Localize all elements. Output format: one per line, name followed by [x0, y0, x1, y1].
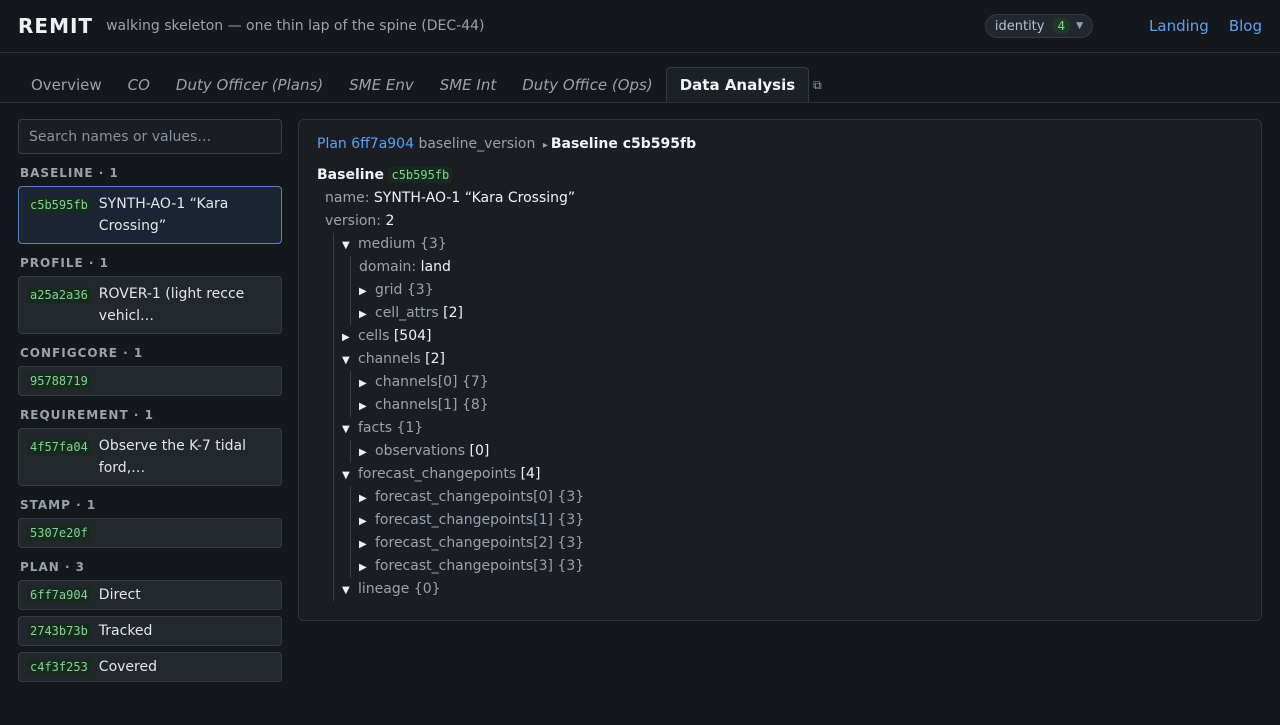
breadcrumb-plan-link[interactable]: Plan 6ff7a904 [317, 136, 414, 152]
node-cell-attrs[interactable]: ▶ cell_attrs [2] [359, 302, 1243, 325]
brand-logo[interactable]: REMIT [18, 14, 93, 38]
expanded-triangle-icon: ▼ [342, 355, 350, 366]
entity-hash: c5b595fb [27, 197, 91, 213]
channels-children: ▶ channels[0] {7} ▶ channels[1] {8} [350, 371, 1243, 417]
node-lineage[interactable]: ▼ lineage {0} [342, 578, 1243, 601]
identity-label: identity [994, 18, 1045, 34]
entity-label: Tracked [98, 623, 153, 639]
collapsed-triangle-icon: ▶ [359, 562, 367, 573]
group-heading-plan: PLAN · 3 [20, 560, 86, 574]
entity-item-plan-tracked[interactable]: 2743b73b Tracked [18, 616, 282, 646]
popout-icon[interactable]: ⧉ [813, 78, 822, 93]
node-channel-item[interactable]: ▶ channels[0] {7} [359, 371, 1243, 394]
node-cells[interactable]: ▶ cells [504] [342, 325, 1243, 348]
node-facts[interactable]: ▼ facts {1} [342, 417, 1243, 440]
entity-item-requirement[interactable]: 4f57fa04 Observe the K-7 tidal ford,… [18, 428, 282, 486]
expanded-triangle-icon: ▼ [342, 240, 350, 251]
collapsed-triangle-icon: ▶ [342, 332, 350, 343]
expanded-triangle-icon: ▼ [342, 424, 350, 435]
entity-label: Covered [98, 659, 157, 675]
node-grid[interactable]: ▶ grid {3} [359, 279, 1243, 302]
entity-item-baseline[interactable]: c5b595fb SYNTH-AO-1 “Kara Crossing” [18, 186, 282, 244]
collapsed-triangle-icon: ▶ [359, 378, 367, 389]
entity-hash: 4f57fa04 [27, 439, 91, 455]
node-forecast-item[interactable]: ▶ forecast_changepoints[1] {3} [359, 509, 1243, 532]
node-forecast-item[interactable]: ▶ forecast_changepoints[2] {3} [359, 532, 1243, 555]
breadcrumb-separator-icon: ▸ [542, 140, 548, 151]
entity-hash: 2743b73b [27, 623, 91, 639]
node-observations[interactable]: ▶ observations [0] [359, 440, 1243, 463]
entity-hash: a25a2a36 [27, 287, 91, 303]
object-type-title: Baseline [317, 167, 385, 183]
node-forecast-item[interactable]: ▶ forecast_changepoints[0] {3} [359, 486, 1243, 509]
entity-item-profile[interactable]: a25a2a36 ROVER-1 (light recce vehicl… [18, 276, 282, 334]
node-medium[interactable]: ▼ medium {3} [342, 233, 1243, 256]
forecast-children: ▶ forecast_changepoints[0] {3} ▶ forecast_… [350, 486, 1243, 578]
top-bar: REMIT walking skeleton — one thin lap of… [0, 0, 1280, 53]
entity-sidebar: BASELINE · 1 c5b595fb SYNTH-AO-1 “Kara C… [18, 119, 282, 688]
field-name: name: SYNTH-AO-1 “Kara Crossing” [325, 190, 576, 206]
node-channel-item[interactable]: ▶ channels[1] {8} [359, 394, 1243, 417]
tab-co[interactable]: CO [115, 67, 163, 102]
node-channels[interactable]: ▼ channels [2] [342, 348, 1243, 371]
collapsed-triangle-icon: ▶ [359, 516, 367, 527]
collapsed-triangle-icon: ▶ [359, 401, 367, 412]
collapsed-triangle-icon: ▶ [359, 493, 367, 504]
entity-item-plan-direct[interactable]: 6ff7a904 Direct [18, 580, 282, 610]
detail-panel: Plan 6ff7a904 baseline_version ▸ Baseline… [298, 119, 1262, 621]
collapsed-triangle-icon: ▶ [359, 447, 367, 458]
entity-hash: 95788719 [27, 373, 91, 389]
entity-item-configcore[interactable]: 95788719 [18, 366, 282, 396]
facts-children: ▶ observations [0] [350, 440, 1243, 463]
entity-item-plan-covered[interactable]: c4f3f253 Covered [18, 652, 282, 682]
identity-dropdown[interactable]: identity 4 ▼ [984, 14, 1094, 38]
breadcrumb-field: baseline_version [418, 136, 536, 152]
entity-item-stamp[interactable]: 5307e20f [18, 518, 282, 548]
entity-label: ROVER-1 (light recce vehicl… [98, 286, 245, 324]
collapsed-triangle-icon: ▶ [359, 309, 367, 320]
search-input[interactable] [18, 119, 282, 154]
group-heading-profile: PROFILE · 1 [20, 256, 110, 270]
tab-duty-office-ops[interactable]: Duty Office (Ops) [509, 67, 665, 102]
tab-sme-int[interactable]: SME Int [427, 67, 510, 102]
expanded-triangle-icon: ▼ [342, 470, 350, 481]
tab-duty-officer-plans[interactable]: Duty Officer (Plans) [163, 67, 336, 102]
tab-sme-env[interactable]: SME Env [336, 67, 427, 102]
collapsed-triangle-icon: ▶ [359, 539, 367, 550]
tree-children: ▼ medium {3} domain: land ▶ grid {3} ▶ cell… [333, 233, 1243, 601]
field-domain: domain: land [359, 259, 451, 275]
node-forecast-item[interactable]: ▶ forecast_changepoints[3] {3} [359, 555, 1243, 578]
tree-root: name: SYNTH-AO-1 “Kara Crossing” version… [317, 187, 1243, 601]
group-heading-baseline: BASELINE · 1 [20, 166, 119, 180]
breadcrumb: Plan 6ff7a904 baseline_version ▸ Baseline… [317, 136, 1243, 152]
entity-hash: c4f3f253 [27, 659, 91, 675]
node-forecast-changepoints[interactable]: ▼ forecast_changepoints [4] [342, 463, 1243, 486]
blog-link[interactable]: Blog [1229, 17, 1262, 35]
entity-hash: 6ff7a904 [27, 587, 91, 603]
tab-bar: Overview CO Duty Officer (Plans) SME Env… [0, 53, 1280, 103]
breadcrumb-current: Baseline c5b595fb [550, 136, 697, 152]
field-version: version: 2 [325, 213, 395, 229]
chevron-down-icon: ▼ [1076, 21, 1084, 31]
landing-link[interactable]: Landing [1149, 17, 1209, 35]
entity-label: Direct [98, 587, 141, 603]
group-heading-requirement: REQUIREMENT · 1 [20, 408, 154, 422]
tab-data-analysis[interactable]: Data Analysis [665, 67, 810, 102]
app-subtitle: walking skeleton — one thin lap of the s… [106, 18, 485, 34]
entity-hash: 5307e20f [27, 525, 91, 541]
tree-title: Baseline c5b595fb [317, 164, 1243, 187]
tab-overview[interactable]: Overview [18, 67, 115, 102]
medium-children: domain: land ▶ grid {3} ▶ cell_attrs [2] [350, 256, 1243, 325]
expanded-triangle-icon: ▼ [342, 585, 350, 596]
collapsed-triangle-icon: ▶ [359, 286, 367, 297]
group-heading-configcore: CONFIGCORE · 1 [20, 346, 144, 360]
object-hash: c5b595fb [388, 167, 453, 183]
group-heading-stamp: STAMP · 1 [20, 498, 97, 512]
entity-label: SYNTH-AO-1 “Kara Crossing” [98, 196, 229, 234]
entity-label: Observe the K-7 tidal ford,… [98, 438, 246, 476]
identity-count-badge: 4 [1052, 18, 1071, 34]
